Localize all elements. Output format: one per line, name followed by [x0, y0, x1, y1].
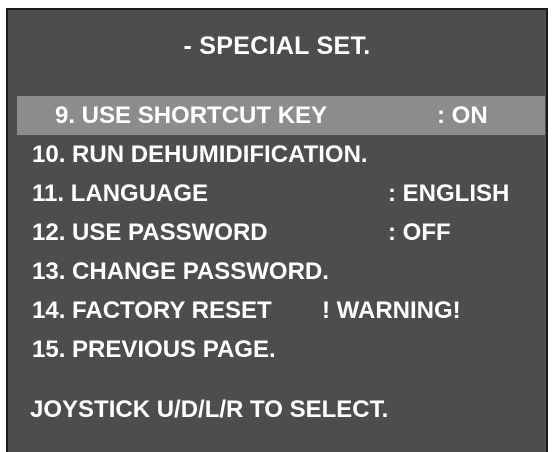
menu-item-language[interactable]: 11. LANGUAGE : ENGLISH [8, 174, 546, 213]
menu-item-use-password[interactable]: 12. USE PASSWORD : OFF [8, 213, 546, 252]
menu-item-label: 11. LANGUAGE [32, 180, 209, 207]
menu-list: 9. USE SHORTCUT KEY : ON 10. RUN DEHUMID… [8, 96, 546, 369]
menu-item-change-password[interactable]: 13. CHANGE PASSWORD. [8, 252, 546, 291]
menu-item-label: 12. USE PASSWORD [32, 219, 268, 246]
menu-item-label: 10. RUN DEHUMIDIFICATION. [32, 141, 368, 168]
instruction-text: JOYSTICK U/D/L/R TO SELECT. [30, 396, 389, 423]
menu-item-value: : ON [437, 102, 488, 129]
osd-menu-panel: - SPECIAL SET. 9. USE SHORTCUT KEY : ON … [6, 8, 548, 452]
menu-item-label: 13. CHANGE PASSWORD. [32, 258, 329, 285]
menu-item-previous-page[interactable]: 15. PREVIOUS PAGE. [8, 330, 546, 369]
menu-item-value: : OFF [388, 219, 451, 246]
menu-title: - SPECIAL SET. [183, 32, 371, 60]
menu-item-run-dehumidification[interactable]: 10. RUN DEHUMIDIFICATION. [8, 135, 546, 174]
menu-item-label: 15. PREVIOUS PAGE. [32, 336, 276, 363]
menu-item-value: : ENGLISH [388, 180, 510, 207]
menu-item-label: 9. USE SHORTCUT KEY [55, 102, 328, 129]
menu-item-use-shortcut-key[interactable]: 9. USE SHORTCUT KEY : ON [17, 96, 545, 135]
menu-item-label: 14. FACTORY RESET [32, 297, 272, 324]
warning-text: ! WARNING! [322, 297, 461, 324]
menu-item-factory-reset[interactable]: 14. FACTORY RESET ! WARNING! [8, 291, 546, 330]
